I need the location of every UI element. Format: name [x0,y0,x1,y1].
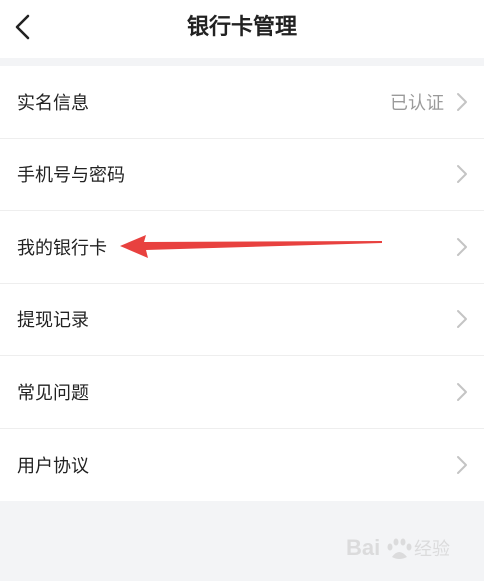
page-title: 银行卡管理 [186,15,297,40]
chevron-right-icon [457,310,467,329]
menu-item-user-agreement[interactable]: 用户协议 [0,429,484,502]
menu-item-withdrawal-records[interactable]: 提现记录 [0,284,484,356]
header: 银行卡管理 [0,0,484,58]
chevron-right-icon [457,237,467,256]
menu-item-label: 提现记录 [17,310,89,332]
menu-item-label: 我的银行卡 [17,237,107,259]
annotation-arrow-icon [120,235,382,258]
chevron-right-icon [457,455,467,474]
menu-item-faq[interactable]: 常见问题 [0,356,484,429]
verified-status: 已认证 [390,92,444,114]
menu-item-label: 用户协议 [17,455,89,477]
menu-item-phone-password[interactable]: 手机号与密码 [0,139,484,211]
menu-item-real-name-info[interactable]: 实名信息 已认证 [0,66,484,139]
svg-text:经验: 经验 [414,539,450,560]
menu-item-label: 常见问题 [17,382,89,404]
baidu-watermark-icon: Bai 经验 [346,535,450,560]
menu-item-label: 手机号与密码 [17,165,125,187]
svg-text:Bai: Bai [346,535,380,560]
chevron-right-icon [457,382,467,401]
settings-list: 实名信息 已认证 手机号与密码 我的银行卡 提现记录 常见问题 用户协议 [0,66,484,501]
chevron-right-icon [457,92,467,111]
chevron-right-icon [457,165,467,184]
menu-item-label: 实名信息 [17,92,89,114]
